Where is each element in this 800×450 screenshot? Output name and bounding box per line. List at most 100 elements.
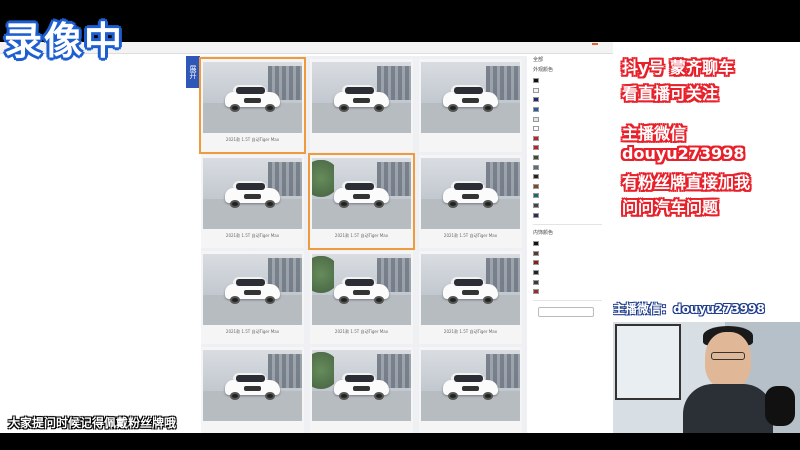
exterior-color-heading: 外观颜色 (533, 67, 554, 73)
gallery-tile[interactable] (201, 347, 304, 433)
promo-line-fan-badge: 有粉丝牌直接加我 (622, 173, 751, 192)
white-suv (442, 372, 499, 401)
color-filter-option[interactable] (530, 287, 605, 297)
gallery-tile[interactable]: 2021款 1.5T 自动Tiger Max (201, 251, 304, 344)
car-photo[interactable] (312, 158, 411, 229)
filter-divider (533, 223, 602, 225)
car-grille (462, 98, 479, 103)
tile-caption: 2021款 1.5T 自动Tiger Max (334, 233, 389, 238)
promo-line-wechat-label: 主播微信 (622, 124, 687, 143)
gallery-tile[interactable]: 2021款 1.5T 自动Tiger Max (419, 155, 522, 248)
car-window (453, 182, 483, 190)
car-photo[interactable] (203, 350, 302, 421)
car-wheel (373, 104, 384, 112)
color-filter-option[interactable] (530, 277, 605, 287)
car-window (453, 86, 483, 94)
white-suv (224, 180, 281, 209)
gallery-tile[interactable]: 2021款 1.5T 自动Tiger Max (201, 155, 304, 248)
car-wheel (339, 200, 350, 208)
microphone (765, 386, 795, 426)
expand-tab[interactable]: 展开 (186, 56, 200, 88)
color-filter-option[interactable] (530, 153, 605, 163)
car-wheel (448, 296, 459, 304)
car-wheel (482, 200, 493, 208)
car-photo[interactable] (203, 254, 302, 325)
color-filter-option[interactable] (530, 114, 605, 124)
color-filter-option[interactable] (530, 124, 605, 134)
white-suv (333, 276, 390, 305)
interior-color-heading: 内饰颜色 (533, 229, 554, 236)
gallery-tile[interactable] (310, 59, 413, 152)
color-filter-option[interactable] (530, 239, 605, 249)
color-swatch (533, 126, 539, 132)
filter-all[interactable]: 全部 (533, 56, 605, 63)
car-wheel (264, 392, 275, 400)
recording-label: 录像中 (4, 19, 125, 63)
color-filter-option[interactable] (530, 134, 605, 144)
gallery-tile[interactable] (419, 59, 522, 152)
color-swatch (533, 250, 539, 256)
color-swatch (533, 203, 539, 209)
car-grille (244, 386, 261, 391)
color-swatch (533, 135, 539, 141)
color-swatch (533, 145, 539, 151)
color-filter-option[interactable] (530, 191, 605, 201)
white-suv (224, 84, 281, 113)
color-swatch (533, 155, 539, 161)
gallery-tile[interactable]: 2021款 1.5T 自动Tiger Max (199, 57, 306, 154)
car-photo[interactable] (203, 62, 302, 133)
color-filter-option[interactable] (530, 258, 605, 268)
car-window (235, 374, 265, 382)
color-filter-option[interactable] (530, 268, 605, 278)
color-filter-option[interactable] (530, 172, 605, 182)
white-suv (442, 180, 499, 209)
color-swatch (533, 289, 539, 295)
background-monitor (615, 324, 681, 400)
car-wheel (230, 200, 241, 208)
color-filter-option[interactable] (530, 86, 605, 96)
car-window (344, 278, 374, 286)
exterior-color-list (530, 76, 605, 220)
tile-caption: 2021款 1.5T 自动Tiger Max (225, 233, 280, 238)
car-photo[interactable] (312, 254, 411, 325)
car-photo[interactable] (203, 158, 302, 229)
gallery-tile[interactable]: 2021款 1.5T 自动Tiger Max (308, 153, 415, 250)
filter-sidebar: 全部 外观颜色 内饰颜色 (530, 54, 605, 431)
car-wheel (230, 296, 241, 304)
gallery-tile[interactable] (419, 347, 522, 433)
color-swatch (533, 97, 539, 103)
color-filter-option[interactable] (530, 143, 605, 153)
interior-color-list (530, 239, 605, 297)
streamer-face (705, 332, 751, 388)
car-photo[interactable] (421, 254, 520, 325)
webcam-overlay-text: 主播微信：douyu273998 (613, 302, 765, 316)
car-photo[interactable] (312, 350, 411, 421)
gallery-tile[interactable] (310, 347, 413, 433)
color-filter-option[interactable] (530, 105, 605, 115)
top-tag[interactable] (592, 43, 598, 45)
color-filter-option[interactable] (530, 249, 605, 259)
gallery-tile[interactable]: 2021款 1.5T 自动Tiger Max (310, 251, 413, 344)
view-all-button[interactable] (538, 307, 594, 318)
car-photo[interactable] (421, 158, 520, 229)
car-window (235, 278, 265, 286)
car-photo[interactable] (421, 350, 520, 421)
car-photo[interactable] (312, 62, 411, 133)
color-filter-option[interactable] (530, 76, 605, 86)
color-filter-option[interactable] (530, 182, 605, 192)
car-window (453, 278, 483, 286)
car-window (235, 86, 265, 94)
color-filter-option[interactable] (530, 210, 605, 220)
promo-panel: 抖y号 蒙齐聊车 看直播可关注 主播微信 douyu273998 有粉丝牌直接加… (613, 42, 800, 322)
color-filter-option[interactable] (530, 162, 605, 172)
color-swatch (533, 107, 539, 113)
white-suv (224, 372, 281, 401)
car-photo[interactable] (421, 62, 520, 133)
color-filter-option[interactable] (530, 95, 605, 105)
car-wheel (264, 104, 275, 112)
car-wheel (373, 296, 384, 304)
color-filter-option[interactable] (530, 201, 605, 211)
streamer-body (683, 384, 773, 433)
promo-line-follow: 看直播可关注 (622, 84, 719, 103)
gallery-tile[interactable]: 2021款 1.5T 自动Tiger Max (419, 251, 522, 344)
